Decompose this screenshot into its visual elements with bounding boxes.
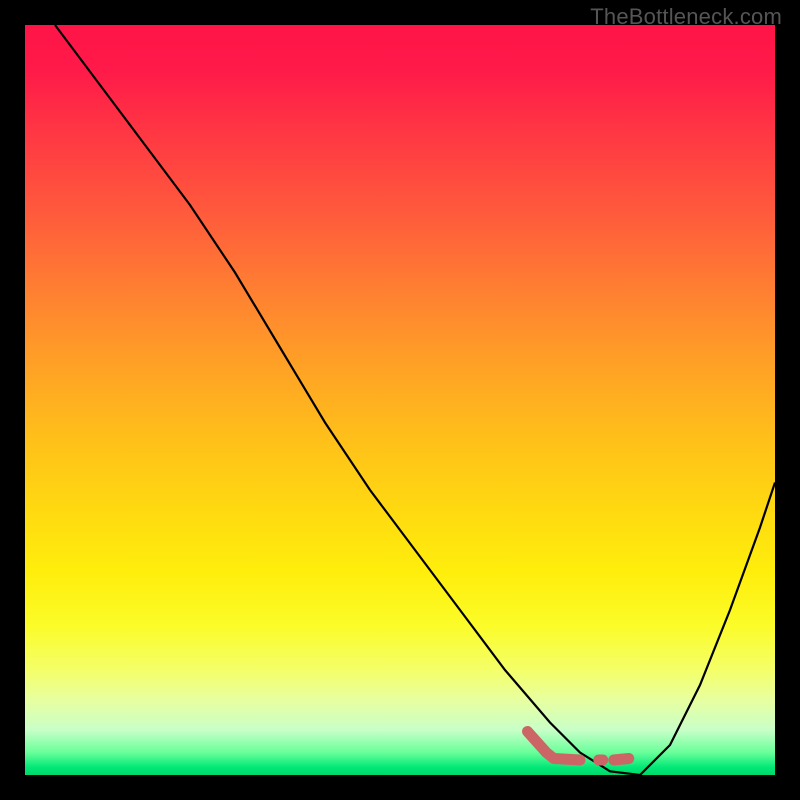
watermark-text: TheBottleneck.com <box>590 4 782 30</box>
bottleneck-curve <box>55 25 775 775</box>
chart-plot-area <box>25 25 775 775</box>
highlight-dashes <box>528 732 629 761</box>
chart-overlay-svg <box>25 25 775 775</box>
